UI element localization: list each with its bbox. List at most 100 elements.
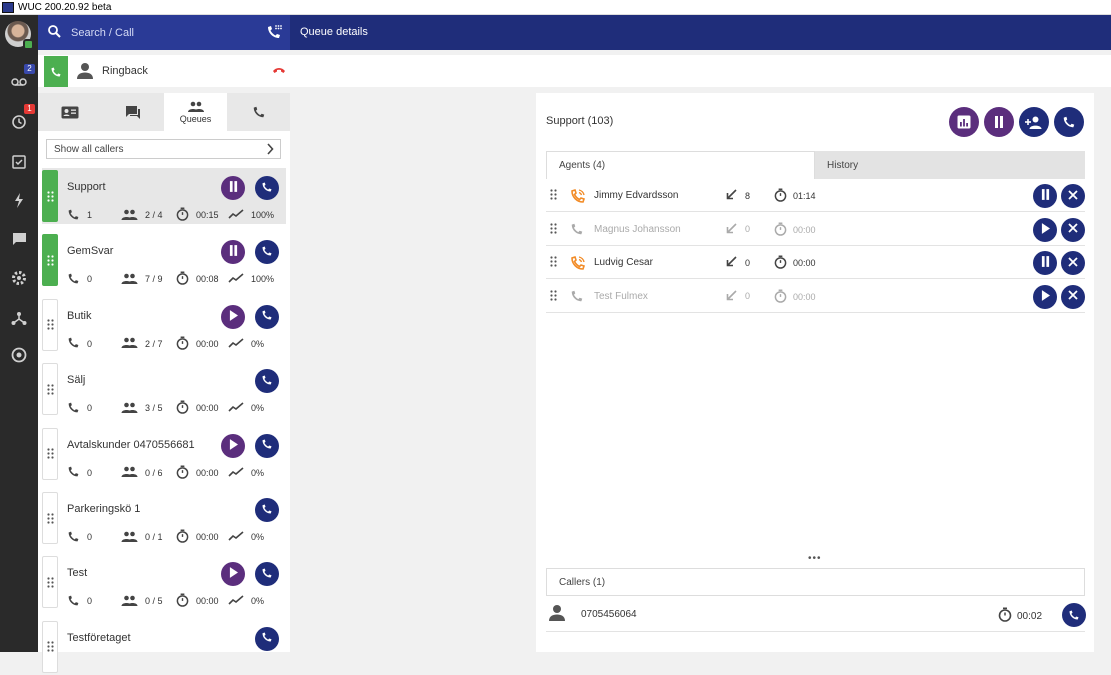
- missed-calls-count: 0: [745, 291, 751, 301]
- drag-handle-icon[interactable]: [42, 234, 58, 287]
- pause-queue-button[interactable]: [221, 240, 245, 265]
- call-queue-button[interactable]: [255, 626, 279, 651]
- agent-time-value: 00:00: [793, 258, 816, 268]
- drag-handle-icon[interactable]: [42, 556, 58, 609]
- call-queue-button[interactable]: [255, 562, 279, 587]
- stopwatch-icon: [774, 188, 787, 204]
- call-status-icon[interactable]: [44, 56, 68, 87]
- stopwatch-icon: [176, 529, 196, 545]
- agent-row[interactable]: Magnus Johansson 0 00:00: [546, 213, 1085, 246]
- phone-icon: [67, 208, 87, 223]
- resize-handle-icon[interactable]: •••: [808, 553, 822, 564]
- voicemail-icon[interactable]: [9, 72, 29, 92]
- queue-item[interactable]: Avtalskunder 0470556681 0 0 / 6 00:00 0%: [42, 426, 286, 482]
- close-icon: [1068, 256, 1078, 270]
- agents-count: 7 / 9: [145, 274, 163, 285]
- queue-item[interactable]: Parkeringskö 1 0 0 / 1 00:00 0%: [42, 490, 286, 546]
- tab-agents[interactable]: Agents (4): [546, 151, 815, 179]
- drag-handle-icon[interactable]: [550, 189, 557, 203]
- show-all-callers-select[interactable]: Show all callers: [46, 139, 281, 159]
- people-icon: [121, 273, 145, 286]
- support-icon[interactable]: [9, 345, 29, 365]
- remove-agent-button[interactable]: [1061, 184, 1085, 208]
- tab-chat[interactable]: [101, 93, 164, 131]
- pickup-call-button[interactable]: [1062, 603, 1086, 627]
- tab-calls[interactable]: [227, 93, 290, 131]
- agents-count: 3 / 5: [145, 403, 163, 414]
- statistics-button[interactable]: [949, 107, 979, 137]
- agent-row[interactable]: Test Fulmex 0 00:00: [546, 280, 1085, 313]
- call-queue-button[interactable]: [255, 369, 279, 394]
- calls-count: 0: [87, 532, 93, 542]
- tasks-icon[interactable]: [9, 151, 29, 171]
- calls-stat: 0: [67, 336, 121, 351]
- window-title: WUC 200.20.92 beta: [18, 1, 112, 13]
- caller-row[interactable]: 0705456064 00:02: [546, 598, 1086, 632]
- drag-handle-icon[interactable]: [42, 363, 58, 416]
- queue-item[interactable]: Butik 0 2 / 7 00:00 0%: [42, 297, 286, 353]
- remove-agent-button[interactable]: [1061, 251, 1085, 275]
- voicemail-badge: 2: [24, 64, 35, 74]
- agent-time-value: 01:14: [793, 191, 816, 201]
- drag-handle-icon[interactable]: [42, 492, 58, 544]
- stopwatch-icon: [176, 336, 196, 352]
- play-queue-button[interactable]: [221, 304, 245, 329]
- add-agent-button[interactable]: [1019, 107, 1049, 137]
- tab-contacts[interactable]: [38, 93, 101, 131]
- queue-stats: 0 2 / 7 00:00 0%: [67, 336, 264, 352]
- drag-handle-icon[interactable]: [550, 222, 557, 237]
- drag-handle-icon[interactable]: [550, 289, 557, 304]
- agent-row[interactable]: Jimmy Edvardsson 8 01:14: [546, 179, 1085, 212]
- pause-agent-button[interactable]: [1033, 251, 1057, 275]
- queue-item[interactable]: Sälj 0 3 / 5 00:00 0%: [42, 361, 286, 417]
- phone-icon: [261, 503, 273, 518]
- queue-item[interactable]: Testföretaget: [42, 619, 286, 675]
- play-queue-button[interactable]: [221, 562, 245, 587]
- wait-time: 00:00: [196, 596, 219, 607]
- drag-handle-icon[interactable]: [42, 427, 58, 480]
- chat-icon[interactable]: [9, 229, 29, 249]
- hangup-icon[interactable]: [272, 65, 286, 77]
- search-input[interactable]: Search / Call: [71, 27, 134, 39]
- remove-agent-button[interactable]: [1061, 217, 1085, 242]
- tab-queues[interactable]: Queues: [164, 93, 227, 131]
- drag-handle-icon[interactable]: [42, 170, 58, 222]
- call-queue-button[interactable]: [255, 304, 279, 329]
- people-icon: [121, 531, 145, 544]
- answer-rate: 0%: [251, 467, 265, 478]
- agent-name: Magnus Johansson: [594, 223, 681, 235]
- pause-queue-button[interactable]: [221, 176, 245, 200]
- drag-handle-icon[interactable]: [42, 620, 58, 673]
- wait-time-stat: 00:00: [176, 336, 228, 352]
- queue-stats: 1 2 / 4 00:15 100%: [67, 207, 274, 223]
- call-queue-button[interactable]: [1054, 107, 1084, 137]
- dialpad-call-icon[interactable]: [266, 24, 282, 43]
- call-queue-button[interactable]: [255, 176, 279, 200]
- play-queue-button[interactable]: [221, 433, 245, 458]
- wait-time-stat: 00:00: [176, 529, 228, 545]
- call-queue-button[interactable]: [255, 498, 279, 522]
- agents-count: 2 / 4: [145, 210, 163, 220]
- call-queue-button[interactable]: [255, 240, 279, 265]
- history-icon[interactable]: [9, 112, 29, 132]
- flash-icon[interactable]: [9, 190, 29, 210]
- agent-row[interactable]: Ludvig Cesar 0 00:00: [546, 246, 1085, 279]
- drag-handle-icon[interactable]: [550, 256, 557, 270]
- remove-agent-button[interactable]: [1061, 284, 1085, 309]
- network-icon[interactable]: [9, 308, 29, 328]
- drag-handle-icon[interactable]: [42, 298, 58, 351]
- search-bar[interactable]: Search / Call: [38, 15, 290, 50]
- pause-queue-button[interactable]: [984, 107, 1014, 137]
- settings-icon[interactable]: [9, 268, 29, 288]
- tab-history[interactable]: History: [815, 151, 1085, 179]
- play-agent-button[interactable]: [1033, 217, 1057, 242]
- queue-item[interactable]: Support 1 2 / 4 00:15 100%: [42, 168, 286, 224]
- wait-time: 00:00: [196, 467, 219, 478]
- queue-item[interactable]: GemSvar 0 7 / 9 00:08 100%: [42, 232, 286, 288]
- play-agent-button[interactable]: [1033, 284, 1057, 309]
- pause-agent-button[interactable]: [1033, 184, 1057, 208]
- call-queue-button[interactable]: [255, 433, 279, 458]
- queue-item[interactable]: Test 0 0 / 5 00:00 0%: [42, 554, 286, 610]
- queue-stats: 0 0 / 1 00:00 0%: [67, 529, 264, 545]
- people-icon: [121, 466, 145, 479]
